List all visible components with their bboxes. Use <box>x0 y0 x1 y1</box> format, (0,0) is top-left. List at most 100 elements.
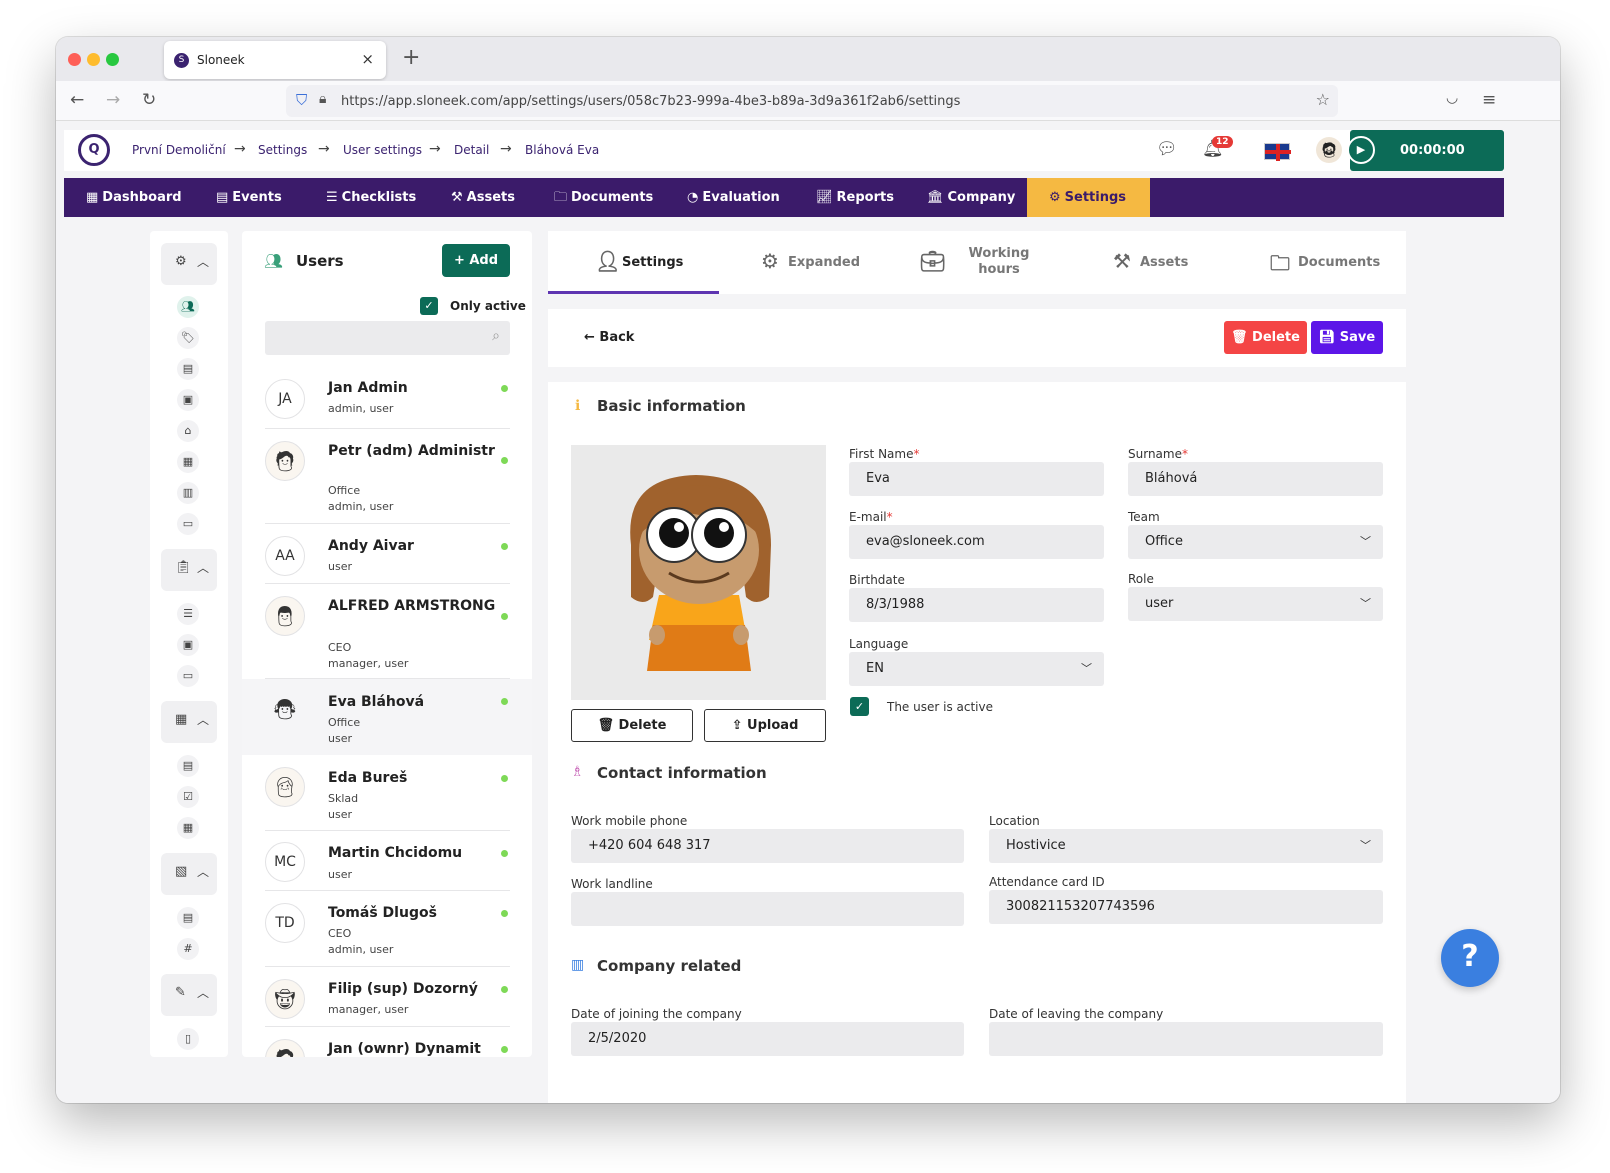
leaving-date-field[interactable] <box>989 1022 1383 1056</box>
forward-arrow-icon[interactable]: → <box>106 90 120 110</box>
location-select[interactable]: Hostivice ﹀ <box>989 829 1383 863</box>
chart-icon[interactable]: ▤ <box>177 358 199 380</box>
new-tab-icon[interactable]: + <box>402 45 420 70</box>
sloneek-logo[interactable]: Q <box>78 134 110 166</box>
calendar-check-icon[interactable]: ☑ <box>177 786 199 808</box>
user-avatar[interactable]: 🧔︎ <box>1316 137 1342 163</box>
clipboard-user-icon[interactable]: ▣ <box>177 634 199 656</box>
back-arrow-icon[interactable]: ← <box>70 90 84 110</box>
breadcrumb-detail[interactable]: Detail <box>454 143 489 157</box>
sidebar-group-signature[interactable]: ✎ ︿ <box>161 974 217 1016</box>
user-list-item[interactable]: JA Jan Admin admin, user <box>242 369 532 429</box>
tab-assets[interactable]: ⚒ Assets <box>1061 231 1232 294</box>
team-icon[interactable]: ▣ <box>177 389 199 411</box>
email-label-text: E-mail <box>849 510 887 524</box>
surname-field[interactable]: Bláhová <box>1128 462 1383 496</box>
nav-events[interactable]: ▤ Events <box>216 178 282 217</box>
breadcrumb-settings[interactable]: Settings <box>258 143 307 157</box>
document-icon[interactable]: ▯ <box>177 1028 199 1050</box>
nav-dashboard[interactable]: ▦ Dashboard <box>86 178 182 217</box>
sidebar-group-checklists[interactable]: 📋︎ ︿ <box>161 549 217 591</box>
menu-icon[interactable]: ≡ <box>1482 90 1496 110</box>
delete-user-button[interactable]: 🗑︎ Delete <box>1224 321 1307 354</box>
nav-company[interactable]: 🏛︎ Company <box>927 178 1015 217</box>
boxes-icon[interactable]: ▦ <box>177 451 199 473</box>
user-list-item[interactable]: 👨︎ ALFRED ARMSTRONG CEO manager, user <box>242 584 532 679</box>
attendance-card-field[interactable]: 300821153207743596 <box>989 890 1383 924</box>
chat-icon[interactable]: 💬︎ <box>1156 139 1178 159</box>
calendar-small-icon[interactable]: ▤ <box>177 907 199 929</box>
map-icon[interactable]: ⌂ <box>177 420 199 442</box>
email-field[interactable]: eva@sloneek.com <box>849 525 1104 559</box>
user-list-item[interactable]: AA Andy Aivar user <box>242 524 532 584</box>
sidebar-group-time[interactable]: ▧ ︿ <box>161 853 217 895</box>
help-button[interactable]: ? <box>1441 929 1499 987</box>
user-list-item[interactable]: 🧑︎ Petr (adm) Administr Office admin, us… <box>242 429 532 524</box>
tab-documents[interactable]: 🗀 Documents <box>1232 231 1406 294</box>
language-select[interactable]: EN ﹀ <box>849 652 1104 686</box>
nav-label: Documents <box>571 190 654 205</box>
money-icon[interactable]: ▭ <box>177 513 199 535</box>
sidebar-group-calendar[interactable]: ▦ ︿ <box>161 701 217 743</box>
tag-icon[interactable]: 🏷︎ <box>177 327 199 349</box>
nav-checklists[interactable]: ☰ Checklists <box>326 178 416 217</box>
nav-evaluation[interactable]: ◔ Evaluation <box>687 178 780 217</box>
close-window-button[interactable] <box>68 53 81 66</box>
nav-assets[interactable]: ⚒ Assets <box>451 178 515 217</box>
contact-icon: ♗ <box>571 764 584 780</box>
user-active-checkbox[interactable]: ✓ <box>850 697 869 716</box>
avatar: 👨︎ <box>265 596 305 636</box>
back-button[interactable]: ← Back <box>584 330 634 345</box>
nav-documents[interactable]: 🗀 Documents <box>554 178 653 217</box>
reload-icon[interactable]: ↻ <box>142 90 156 110</box>
play-icon[interactable]: ▶ <box>1347 136 1375 164</box>
hash-icon[interactable]: # <box>177 938 199 960</box>
joining-date-field[interactable]: 2/5/2020 <box>571 1022 964 1056</box>
id-card-icon[interactable]: ▭ <box>177 665 199 687</box>
nav-settings[interactable]: ⚙ Settings <box>1027 178 1151 217</box>
tab-working-hours[interactable]: 💼︎ Working hours <box>890 231 1061 294</box>
work-mobile-label: Work mobile phone <box>571 814 688 828</box>
user-list-item[interactable]: TD Tomáš Dlugoš CEO admin, user <box>242 891 532 967</box>
calendar-day-icon[interactable]: ▤ <box>177 755 199 777</box>
address-bar[interactable]: ⛉ 🔒︎ https://app.sloneek.com/app/setting… <box>286 85 1338 117</box>
uk-flag-icon[interactable] <box>1264 143 1291 161</box>
work-landline-field[interactable] <box>571 892 964 926</box>
chevron-down-icon: ﹀ <box>1081 662 1092 675</box>
user-name: Andy Aivar <box>328 538 414 554</box>
tab-label: Documents <box>1298 255 1381 270</box>
zoom-window-button[interactable] <box>106 53 119 66</box>
user-list-item[interactable]: 👴︎ Eda Bureš Sklad user <box>242 755 532 831</box>
birthdate-field[interactable]: 8/3/1988 <box>849 588 1104 622</box>
contact-info-heading: Contact information <box>597 764 767 782</box>
only-active-checkbox[interactable]: ✓ <box>420 297 438 315</box>
pocket-icon[interactable]: ◡ <box>1446 90 1458 106</box>
breadcrumb-user-settings[interactable]: User settings <box>343 143 422 157</box>
role-select[interactable]: user ﹀ <box>1128 587 1383 621</box>
team-select[interactable]: Office ﹀ <box>1128 525 1383 559</box>
user-list-item-selected[interactable]: 👧︎ Eva Bláhová Office user <box>242 679 532 755</box>
tab-settings[interactable]: 👤︎ Settings <box>548 231 719 294</box>
save-button[interactable]: 💾︎ Save <box>1311 321 1383 354</box>
first-name-field[interactable]: Eva <box>849 462 1104 496</box>
browser-tab[interactable]: S Sloneek × <box>164 41 386 79</box>
bookmark-star-icon[interactable]: ☆ <box>1316 90 1330 109</box>
user-search-input[interactable]: ⌕ <box>265 321 510 355</box>
minimize-window-button[interactable] <box>87 53 100 66</box>
user-list-item[interactable]: 🤠︎ Filip (sup) Dozorný manager, user <box>242 967 532 1027</box>
delete-photo-button[interactable]: 🗑︎ Delete <box>571 709 693 742</box>
user-list-item[interactable]: MC Martin Chcidomu user <box>242 831 532 891</box>
add-user-button[interactable]: + Add <box>442 244 510 277</box>
sidebar-group-general[interactable]: ⚙ ︿ <box>161 243 217 285</box>
list-icon[interactable]: ☰ <box>177 603 199 625</box>
breadcrumb-company[interactable]: První Demoliční <box>132 143 226 157</box>
calendar-grid-icon[interactable]: ▦ <box>177 817 199 839</box>
nav-reports[interactable]: 📈︎ Reports <box>816 178 894 217</box>
upload-photo-button[interactable]: ⇪ Upload <box>704 709 826 742</box>
work-mobile-field[interactable]: +420 604 648 317 <box>571 829 964 863</box>
close-tab-icon[interactable]: × <box>361 50 374 68</box>
user-list-item[interactable]: 🧑︎ Jan (ownr) Dynamit <box>242 1027 532 1057</box>
users-icon[interactable]: 👥︎ <box>177 296 199 318</box>
building-icon[interactable]: ▥ <box>177 482 199 504</box>
tab-expanded[interactable]: ⚙ Expanded <box>719 231 890 294</box>
